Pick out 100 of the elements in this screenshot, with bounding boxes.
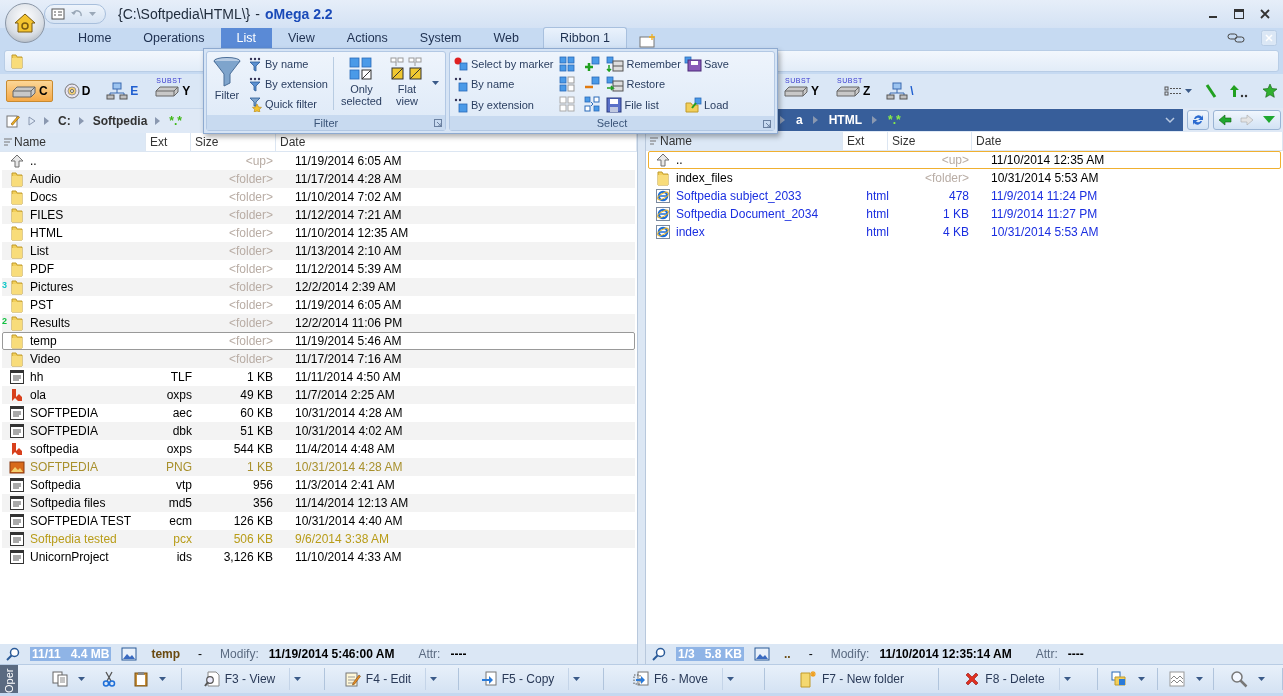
file-extension: aec	[172, 406, 192, 420]
file-size: <folder>	[228, 280, 273, 294]
file-size: 126 KB	[233, 514, 273, 528]
file-date: 11/7/2014 2:25 AM	[295, 388, 395, 402]
attributes-value: ----	[450, 647, 467, 661]
group-label: Filter	[313, 116, 339, 129]
drive-letter: Y	[811, 84, 819, 98]
file-date: 11/10/2014 12:35 AM	[295, 226, 409, 240]
file-size: <folder>	[228, 190, 273, 204]
file-size: <folder>	[228, 172, 273, 186]
file-extension: md5	[168, 496, 192, 510]
file-size: 1 KB	[943, 207, 969, 221]
current-item-name: temp	[151, 647, 181, 661]
modify-label: Modify:	[830, 647, 870, 661]
file-name: Softpedia	[30, 478, 81, 492]
file-extension: oxps	[166, 388, 192, 402]
file-extension: oxps	[166, 442, 192, 456]
file-size: <folder>	[228, 262, 273, 276]
current-item-name: ..	[784, 647, 791, 661]
file-name: hh	[30, 370, 44, 384]
file-name: SOFTPEDIA	[30, 424, 98, 438]
file-name: Audio	[30, 172, 61, 186]
file-extension: ecm	[169, 514, 192, 528]
file-date: 11/9/2014 11:24 PM	[991, 189, 1098, 203]
file-date: 11/10/2014 7:02 AM	[295, 190, 402, 204]
file-name: UnicornProject	[30, 550, 109, 564]
file-size: 51 KB	[240, 424, 273, 438]
file-date: 10/31/2014 4:28 AM	[295, 460, 403, 474]
file-date: 10/31/2014 4:28 AM	[295, 406, 403, 420]
file-name: SOFTPEDIA	[30, 460, 98, 474]
drive-letter: D	[81, 84, 91, 98]
file-name: ..	[676, 153, 683, 167]
file-size: 956	[252, 478, 273, 492]
group-label: Select	[596, 117, 628, 129]
modify-label: Modify:	[220, 647, 259, 661]
file-name: ola	[30, 388, 46, 402]
attr-label: Attr:	[418, 647, 441, 661]
file-extension: PNG	[166, 460, 192, 474]
file-name: Results	[30, 316, 70, 330]
file-size: <up>	[941, 153, 969, 167]
file-date: 11/4/2014 4:48 AM	[295, 442, 395, 456]
marker-number: 3	[2, 280, 7, 290]
file-extension: pcx	[173, 532, 192, 546]
file-size: <folder>	[924, 171, 969, 185]
marker-number: 2	[2, 316, 7, 326]
file-name: Pictures	[30, 280, 74, 294]
file-size: <folder>	[228, 226, 273, 240]
file-size: <folder>	[228, 208, 273, 222]
file-date: 11/14/2014 12:13 AM	[295, 496, 409, 510]
file-extension: html	[866, 189, 889, 203]
status-separator: -	[198, 647, 203, 661]
file-date: 11/12/2014 5:39 AM	[295, 262, 402, 276]
file-extension: dbk	[172, 424, 192, 438]
file-size: 60 KB	[240, 406, 273, 420]
file-extension: TLF	[170, 370, 192, 384]
file-date: 11/9/2014 11:27 PM	[991, 207, 1098, 221]
file-name: index_files	[676, 171, 733, 185]
attr-label: Attr:	[1035, 647, 1058, 661]
file-size: 1 KB	[247, 460, 273, 474]
file-extension: html	[866, 225, 889, 239]
selection-summary: 11/11 4.4 MB	[30, 647, 112, 661]
file-name: Softpedia Document_2034	[676, 207, 819, 221]
file-size: 49 KB	[240, 388, 273, 402]
modified-date: 11/19/2014 5:46:00 AM	[268, 647, 395, 661]
drive-letter: Y	[182, 84, 191, 98]
file-size: 506 KB	[233, 532, 273, 546]
file-date: 9/6/2014 3:38 AM	[295, 532, 390, 546]
file-size: <folder>	[228, 334, 273, 348]
drive-letter: \	[910, 84, 914, 98]
modified-date: 11/10/2014 12:35:14 AM	[879, 647, 1012, 661]
drive-letter: C	[39, 84, 48, 98]
file-name: ..	[30, 154, 37, 168]
file-name: Softpedia files	[30, 496, 106, 510]
file-date: 12/2/2014 11:06 PM	[295, 316, 403, 330]
file-name: PDF	[30, 262, 54, 276]
file-extension: ids	[176, 550, 192, 564]
file-name: index	[676, 225, 705, 239]
file-date: 11/17/2014 7:16 AM	[295, 352, 402, 366]
file-date: 11/10/2014 4:33 AM	[295, 550, 402, 564]
file-date: 11/19/2014 5:46 AM	[295, 334, 402, 348]
file-date: 11/17/2014 4:28 AM	[295, 172, 402, 186]
status-separator: -	[808, 647, 813, 661]
window-title: {C:\Softpedia\HTML\}	[118, 6, 251, 22]
file-date: 11/13/2014 2:10 AM	[295, 244, 402, 258]
file-name: Softpedia tested	[30, 532, 117, 546]
drive-letter: Z	[863, 84, 871, 98]
file-date: 11/19/2014 6:05 AM	[295, 298, 402, 312]
file-size: 478	[948, 189, 969, 203]
file-date: 11/11/2014 4:50 AM	[295, 370, 401, 384]
file-date: 10/31/2014 4:02 AM	[295, 424, 403, 438]
file-date: 11/3/2014 2:41 AM	[295, 478, 395, 492]
drive-letter: E	[130, 84, 139, 98]
file-date: 11/12/2014 7:21 AM	[295, 208, 402, 222]
file-size: 3,126 KB	[223, 550, 273, 564]
file-name: FILES	[30, 208, 64, 222]
file-date: 10/31/2014 5:53 AM	[991, 171, 1099, 185]
file-name: temp	[30, 334, 57, 348]
file-name: SOFTPEDIA TEST	[30, 514, 132, 528]
file-size: 1 KB	[247, 370, 273, 384]
file-size: <folder>	[228, 244, 273, 258]
